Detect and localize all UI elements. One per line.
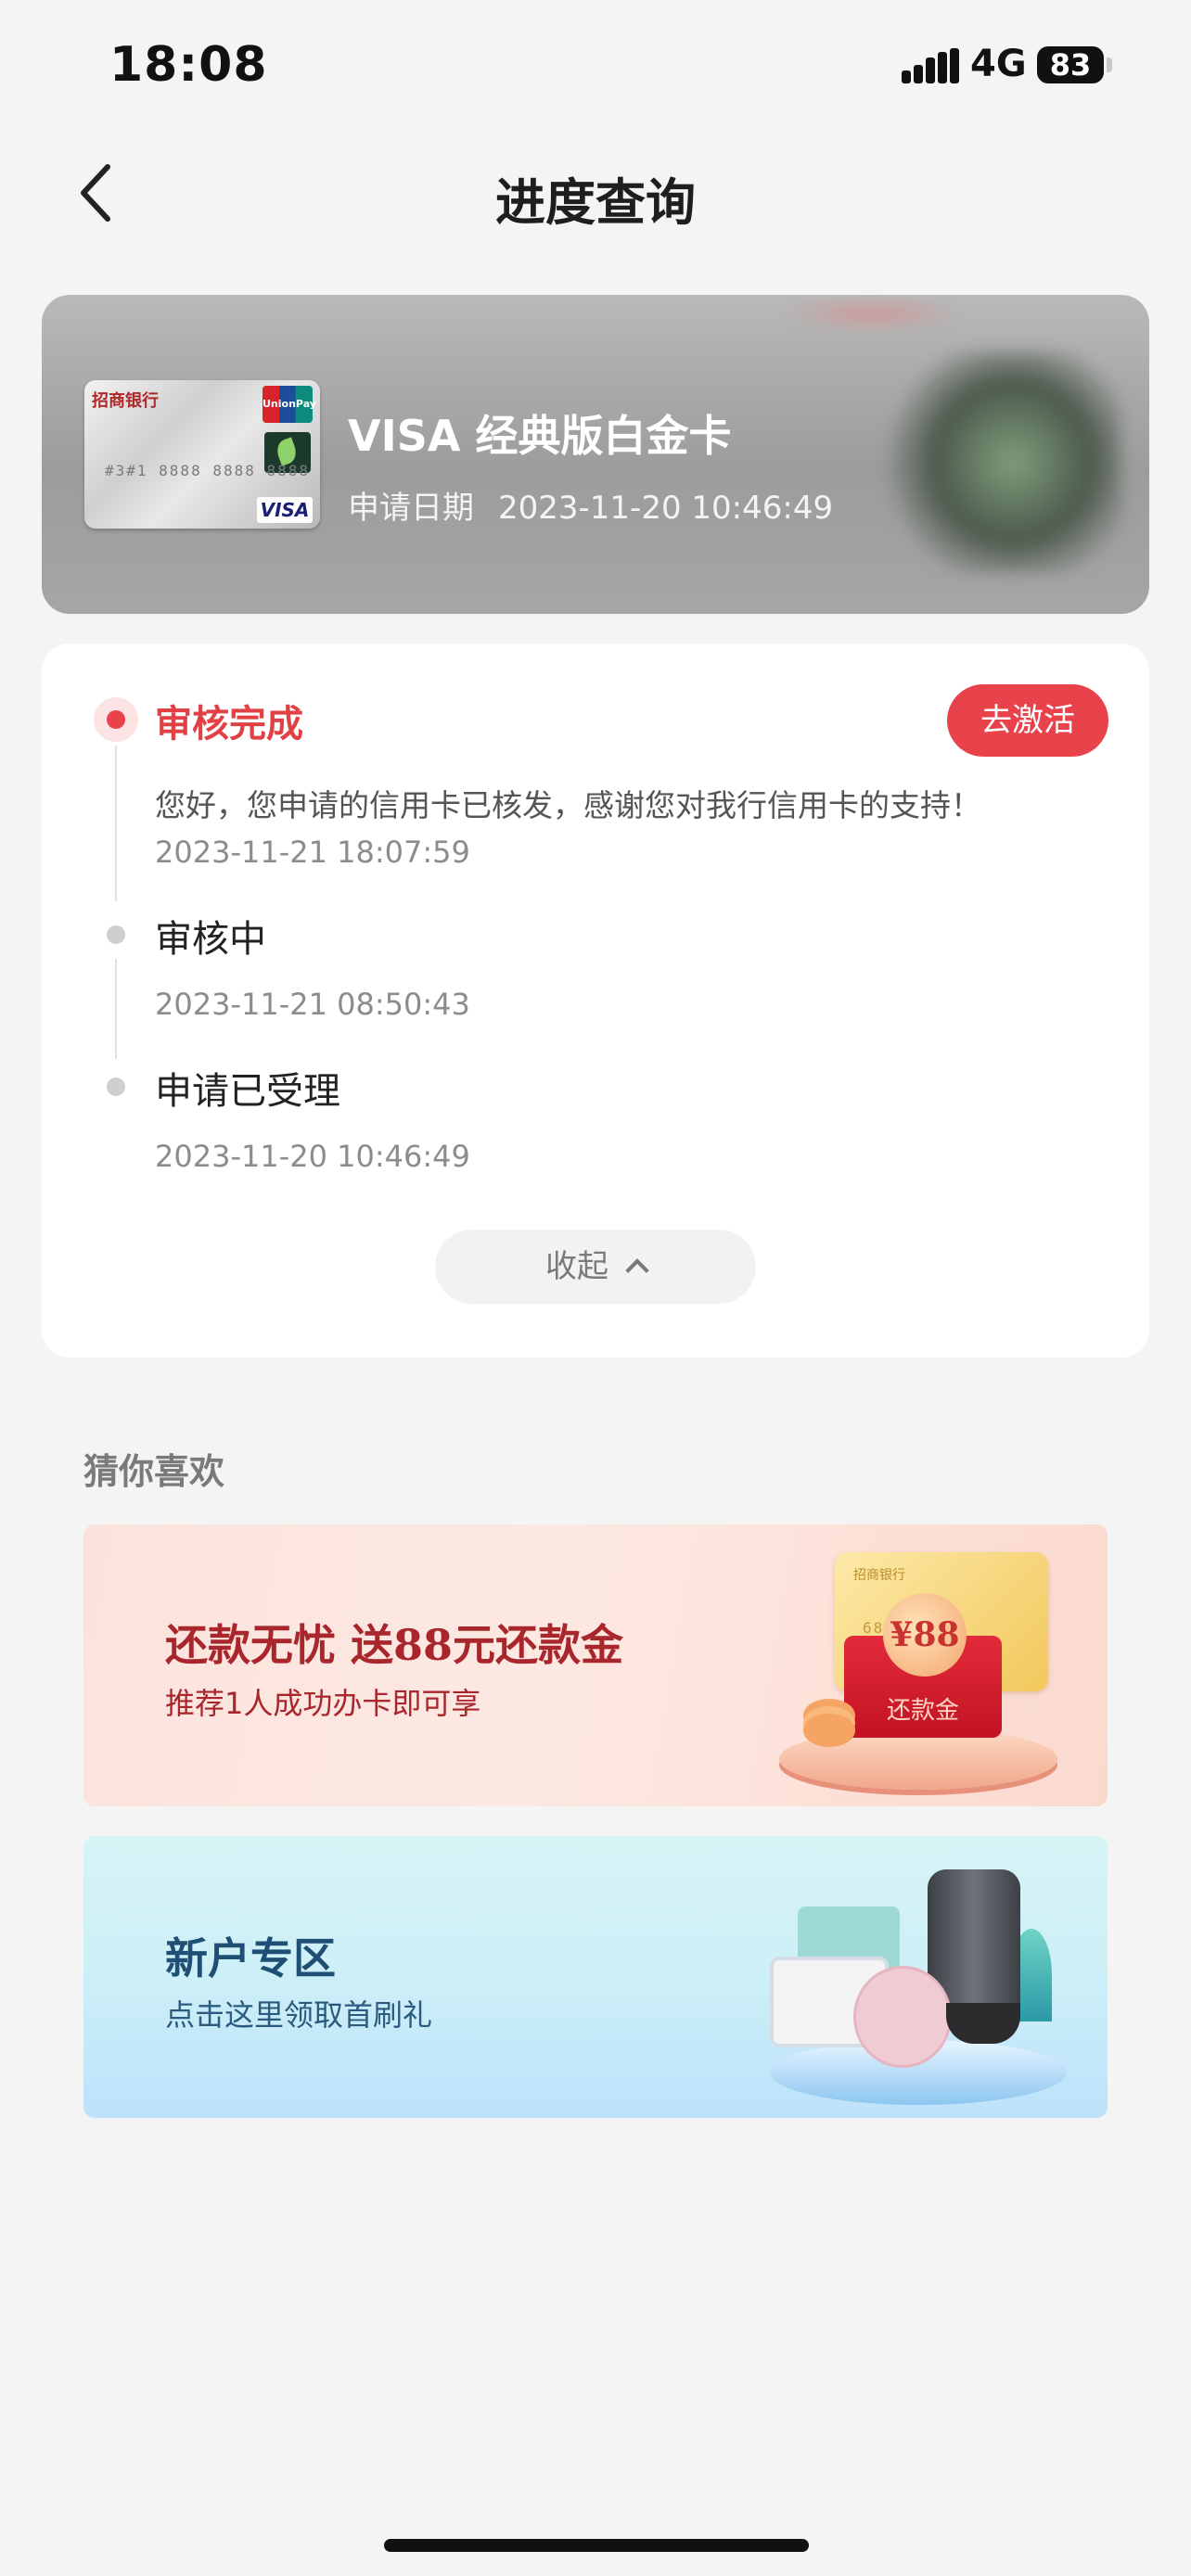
signal-icon bbox=[902, 48, 959, 83]
banner-blur-decoration bbox=[778, 295, 964, 332]
apply-date-value: 2023-11-20 10:46:49 bbox=[498, 490, 834, 527]
bank-logo: 招商银行 bbox=[92, 391, 159, 411]
pot-icon bbox=[946, 2003, 1020, 2044]
status-dot bbox=[107, 1078, 125, 1096]
promo-headline: 还款无忧 送88元还款金 bbox=[165, 1620, 624, 1670]
apply-date-label: 申请日期 bbox=[348, 490, 474, 527]
envelope-label: 还款金 bbox=[886, 1697, 959, 1725]
promo-subline: 点击这里领取首刷礼 bbox=[165, 1997, 433, 2033]
step-label: 审核完成 bbox=[155, 703, 303, 746]
gift-products-illustration bbox=[751, 1855, 1085, 2114]
visa-logo: VISA bbox=[257, 497, 313, 523]
credit-card-image: 招商银行 UnionPay 银联 #3#1 8888 8888 8888 VIS… bbox=[84, 380, 320, 529]
collapse-label: 收起 bbox=[545, 1248, 608, 1285]
card-name: VISA 经典版白金卡 bbox=[348, 411, 732, 461]
promo-banner-new-user[interactable]: 新户专区 点击这里领取首刷礼 bbox=[83, 1836, 1108, 2118]
section-title: 猜你喜欢 bbox=[83, 1451, 225, 1492]
step-time: 2023-11-20 10:46:49 bbox=[155, 1139, 470, 1174]
status-time: 18:08 bbox=[109, 37, 268, 93]
chevron-up-icon bbox=[625, 1258, 649, 1282]
step-label: 审核中 bbox=[155, 918, 266, 961]
promo-subline: 推荐1人成功办卡即可享 bbox=[165, 1686, 481, 1721]
page-title: 进度查询 bbox=[495, 173, 696, 232]
battery-cap bbox=[1107, 57, 1112, 72]
status-dot bbox=[107, 925, 125, 944]
unionpay-logo: UnionPay 银联 bbox=[263, 386, 316, 447]
handbag-icon bbox=[853, 1966, 952, 2068]
home-indicator[interactable] bbox=[384, 2539, 809, 2552]
gold-card-logo: 招商银行 bbox=[853, 1568, 905, 1583]
red-envelope-illustration: 招商银行 6868 8888 ¥88 还款金 bbox=[761, 1547, 1076, 1797]
battery-icon: 83 bbox=[1037, 46, 1104, 83]
card-banner: 招商银行 UnionPay 银联 #3#1 8888 8888 8888 VIS… bbox=[42, 295, 1149, 614]
coin-badge: ¥88 bbox=[883, 1593, 967, 1677]
promo-banner-repayment[interactable]: 还款无忧 送88元还款金 推荐1人成功办卡即可享 招商银行 6868 8888 … bbox=[83, 1524, 1108, 1806]
nav-bar: 进度查询 bbox=[0, 139, 1191, 250]
step-label: 申请已受理 bbox=[155, 1070, 340, 1113]
progress-panel: 审核完成 您好，您申请的信用卡已核发，感谢您对我行信用卡的支持！ 2023-11… bbox=[42, 644, 1149, 1358]
activate-button[interactable]: 去激活 bbox=[947, 684, 1108, 757]
step-time: 2023-11-21 18:07:59 bbox=[155, 835, 470, 870]
status-dot-active bbox=[94, 697, 138, 742]
coin-stack-icon bbox=[803, 1714, 855, 1747]
banner-blur-decoration bbox=[880, 351, 1121, 573]
step-message: 您好，您申请的信用卡已核发，感谢您对我行信用卡的支持！ bbox=[155, 787, 981, 823]
timeline-line bbox=[115, 746, 117, 901]
card-number: #3#1 8888 8888 8888 bbox=[105, 462, 311, 479]
apply-date: 申请日期 2023-11-20 10:46:49 bbox=[348, 482, 833, 528]
status-bar: 18:08 4G 83 bbox=[0, 0, 1191, 130]
timeline-line bbox=[115, 959, 117, 1059]
network-type: 4G bbox=[970, 43, 1027, 85]
step-time: 2023-11-21 08:50:43 bbox=[155, 987, 470, 1022]
collapse-button[interactable]: 收起 bbox=[435, 1230, 756, 1304]
promo-headline: 新户专区 bbox=[165, 1933, 336, 1983]
